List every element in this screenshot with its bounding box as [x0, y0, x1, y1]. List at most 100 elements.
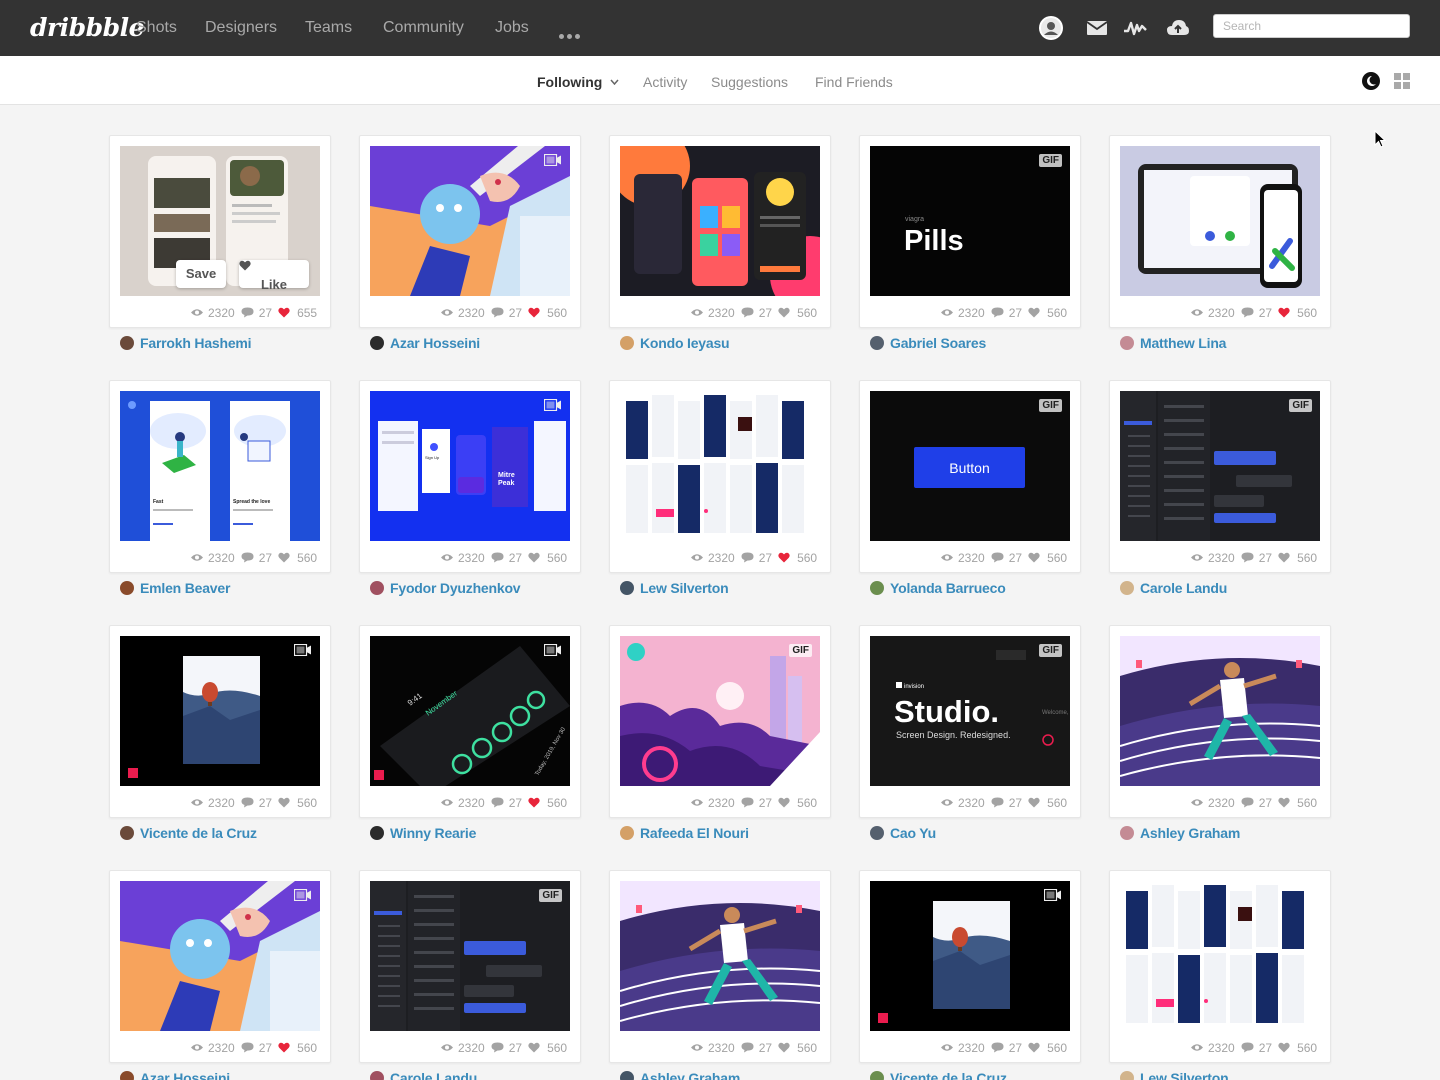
heart-icon[interactable] [278, 797, 290, 808]
shot-thumbnail[interactable] [620, 146, 820, 296]
nav-jobs[interactable]: Jobs [495, 19, 529, 37]
author-avatar[interactable] [370, 825, 384, 840]
shot-author[interactable]: Carole Landu [1120, 579, 1227, 597]
nav-teams[interactable]: Teams [305, 19, 352, 37]
shot-thumbnail[interactable] [1120, 146, 1320, 296]
nav-shots[interactable]: Shots [136, 19, 177, 37]
more-dots-icon[interactable] [559, 26, 583, 39]
heart-icon[interactable] [1278, 797, 1290, 808]
shot-thumbnail[interactable] [1120, 636, 1320, 786]
heart-icon[interactable] [778, 307, 790, 318]
author-name-link[interactable]: Lew Silverton [1140, 1070, 1229, 1080]
author-avatar[interactable] [1120, 580, 1134, 595]
shot-author[interactable]: Carole Landu [370, 1069, 477, 1080]
shot-author[interactable]: Lew Silverton [620, 579, 729, 597]
author-name-link[interactable]: Kondo Ieyasu [640, 335, 730, 351]
author-avatar[interactable] [620, 580, 634, 595]
shot-card[interactable]: 2320 27 560 [609, 380, 831, 573]
author-avatar[interactable] [120, 335, 134, 350]
author-name-link[interactable]: Azar Hosseini [390, 335, 480, 351]
shot-card[interactable]: 2320 27 560 [109, 625, 331, 818]
shot-author[interactable]: Ashley Graham [620, 1069, 740, 1080]
shot-author[interactable]: Azar Hosseini [120, 1069, 230, 1080]
heart-icon[interactable] [1028, 1042, 1040, 1053]
shot-card[interactable]: GIF 2320 27 560 [609, 625, 831, 818]
heart-icon[interactable] [528, 552, 540, 563]
shot-card[interactable]: 2320 27 560 [109, 870, 331, 1063]
shot-author[interactable]: Lew Silverton [1120, 1069, 1229, 1080]
shot-author[interactable]: Rafeeda El Nouri [620, 824, 749, 842]
heart-icon[interactable] [1028, 307, 1040, 318]
heart-icon[interactable] [1278, 1042, 1290, 1053]
author-name-link[interactable]: Cao Yu [890, 825, 936, 841]
nav-designers[interactable]: Designers [205, 19, 277, 37]
shot-thumbnail[interactable]: Button GIF [870, 391, 1070, 541]
heart-icon[interactable] [778, 1042, 790, 1053]
author-name-link[interactable]: Ashley Graham [640, 1070, 740, 1080]
heart-icon[interactable] [1028, 797, 1040, 808]
heart-icon[interactable] [1278, 307, 1290, 318]
author-name-link[interactable]: Farrokh Hashemi [140, 335, 252, 351]
author-avatar[interactable] [370, 580, 384, 595]
author-name-link[interactable]: Vicente de la Cruz [890, 1070, 1007, 1080]
shot-author[interactable]: Azar Hosseini [370, 334, 480, 352]
heart-icon[interactable] [528, 307, 540, 318]
shot-thumbnail[interactable]: viagra Pills GIF [870, 146, 1070, 296]
author-avatar[interactable] [370, 335, 384, 350]
shot-card[interactable]: invision Studio. Screen Design. Redesign… [859, 625, 1081, 818]
author-name-link[interactable]: Fyodor Dyuzhenkov [390, 580, 521, 596]
shot-card[interactable]: 2320 27 560 [359, 135, 581, 328]
dribbble-logo[interactable]: dribbble [30, 13, 145, 42]
author-avatar[interactable] [870, 1070, 884, 1080]
author-avatar[interactable] [120, 580, 134, 595]
chevron-down-icon[interactable] [610, 79, 619, 85]
mail-icon[interactable] [1085, 16, 1109, 40]
shot-card[interactable]: Sign Up Mitre Peak 2320 27 560 [359, 380, 581, 573]
shot-thumbnail[interactable]: Fast Spread the love [120, 391, 320, 541]
search-input[interactable] [1213, 14, 1410, 38]
heart-icon[interactable] [278, 1042, 290, 1053]
tab-suggestions[interactable]: Suggestions [711, 74, 788, 90]
shot-author[interactable]: Ashley Graham [1120, 824, 1240, 842]
shot-card[interactable]: 2320 27 560 [859, 870, 1081, 1063]
shot-card[interactable]: 2320 27 560 [609, 135, 831, 328]
shot-thumbnail[interactable]: invision Studio. Screen Design. Redesign… [870, 636, 1070, 786]
heart-icon[interactable] [278, 307, 290, 318]
author-avatar[interactable] [1120, 825, 1134, 840]
author-avatar[interactable] [1120, 335, 1134, 350]
save-button[interactable]: Save [176, 260, 226, 288]
author-name-link[interactable]: Lew Silverton [640, 580, 729, 596]
shot-card[interactable]: 2320 27 560 [609, 870, 831, 1063]
author-avatar[interactable] [870, 825, 884, 840]
upload-cloud-icon[interactable] [1166, 16, 1190, 40]
like-button[interactable]: Like [239, 260, 309, 292]
shot-card[interactable]: GIF 2320 27 560 [1109, 380, 1331, 573]
author-avatar[interactable] [370, 1070, 384, 1080]
shot-author[interactable]: Kondo Ieyasu [620, 334, 730, 352]
shot-card[interactable]: 9:41 November Today, 2019, Nov 30 2320 27… [359, 625, 581, 818]
author-name-link[interactable]: Emlen Beaver [140, 580, 230, 596]
shot-thumbnail[interactable]: Sign Up Mitre Peak [370, 391, 570, 541]
shot-author[interactable]: Farrokh Hashemi [120, 334, 252, 352]
author-name-link[interactable]: Ashley Graham [1140, 825, 1240, 841]
shot-thumbnail[interactable]: GIF [620, 636, 820, 786]
shot-thumbnail[interactable]: 9:41 November Today, 2019, Nov 30 [370, 636, 570, 786]
tab-activity[interactable]: Activity [643, 74, 687, 90]
heart-icon[interactable] [778, 552, 790, 563]
shot-author[interactable]: Vicente de la Cruz [870, 1069, 1007, 1080]
author-name-link[interactable]: Winny Rearie [390, 825, 476, 841]
theme-moon-icon[interactable] [1362, 72, 1380, 90]
activity-icon[interactable] [1123, 16, 1147, 40]
shot-card[interactable]: 2320 27 560 [1109, 870, 1331, 1063]
shot-author[interactable]: Matthew Lina [1120, 334, 1226, 352]
shot-author[interactable]: Emlen Beaver [120, 579, 230, 597]
grid-view-icon[interactable] [1394, 73, 1410, 89]
author-name-link[interactable]: Rafeeda El Nouri [640, 825, 749, 841]
heart-icon[interactable] [528, 1042, 540, 1053]
author-name-link[interactable]: Gabriel Soares [890, 335, 986, 351]
author-name-link[interactable]: Carole Landu [390, 1070, 477, 1080]
author-name-link[interactable]: Yolanda Barrueco [890, 580, 1006, 596]
author-name-link[interactable]: Matthew Lina [1140, 335, 1226, 351]
author-name-link[interactable]: Azar Hosseini [140, 1070, 230, 1080]
author-avatar[interactable] [120, 825, 134, 840]
